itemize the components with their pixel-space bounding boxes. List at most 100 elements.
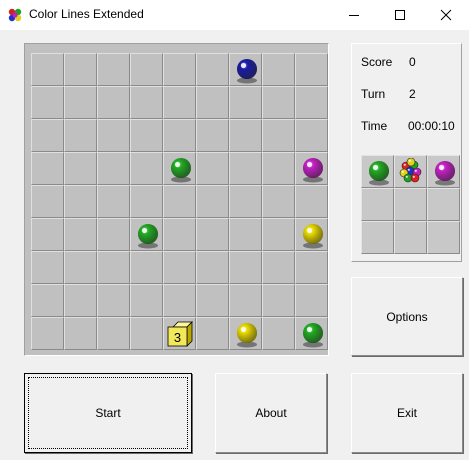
- options-button[interactable]: Options: [351, 277, 463, 356]
- green-ball[interactable]: [301, 322, 325, 348]
- board-cell[interactable]: [229, 251, 262, 284]
- board-cell[interactable]: [163, 251, 196, 284]
- green-ball[interactable]: [169, 157, 193, 183]
- board-cell[interactable]: 3: [163, 317, 196, 350]
- board-cell[interactable]: [163, 86, 196, 119]
- board-cell[interactable]: [31, 218, 64, 251]
- board-cell[interactable]: [31, 152, 64, 185]
- board-cell[interactable]: [163, 284, 196, 317]
- board-cell[interactable]: [229, 284, 262, 317]
- board-cell[interactable]: [130, 251, 163, 284]
- countdown-tile-icon: 3: [167, 321, 193, 347]
- board-cell[interactable]: [229, 53, 262, 86]
- board-cell[interactable]: [196, 152, 229, 185]
- board-cell[interactable]: [229, 86, 262, 119]
- board-cell[interactable]: [295, 251, 328, 284]
- board-cell[interactable]: [31, 86, 64, 119]
- board-cell[interactable]: [97, 119, 130, 152]
- board-cell[interactable]: [295, 218, 328, 251]
- board-cell[interactable]: [130, 53, 163, 86]
- board-cell[interactable]: [295, 284, 328, 317]
- start-button[interactable]: Start: [24, 373, 192, 453]
- board-cell[interactable]: [31, 185, 64, 218]
- board-cell[interactable]: [196, 185, 229, 218]
- board-cell[interactable]: [31, 251, 64, 284]
- board-cell[interactable]: [97, 53, 130, 86]
- board-cell[interactable]: [229, 185, 262, 218]
- yellow-ball[interactable]: [301, 223, 325, 249]
- about-button[interactable]: About: [215, 373, 327, 453]
- board-cell[interactable]: [262, 284, 295, 317]
- green-ball[interactable]: [136, 223, 160, 249]
- board-cell[interactable]: [163, 185, 196, 218]
- board-cell[interactable]: [163, 218, 196, 251]
- board-cell[interactable]: [295, 185, 328, 218]
- board-cell[interactable]: [31, 53, 64, 86]
- board-cell[interactable]: [262, 317, 295, 350]
- close-button[interactable]: [423, 0, 469, 30]
- preview-cell: [427, 155, 460, 188]
- board-cell[interactable]: [130, 119, 163, 152]
- board-cell[interactable]: [262, 53, 295, 86]
- board-cell[interactable]: [64, 53, 97, 86]
- board-cell[interactable]: [64, 317, 97, 350]
- board-cell[interactable]: [97, 284, 130, 317]
- board-cell[interactable]: [163, 119, 196, 152]
- green-ball[interactable]: [367, 160, 391, 186]
- magenta-ball[interactable]: [301, 157, 325, 183]
- board-cell[interactable]: [196, 86, 229, 119]
- minimize-button[interactable]: [331, 0, 377, 30]
- board-cell[interactable]: [196, 251, 229, 284]
- board-cell[interactable]: [262, 185, 295, 218]
- board-cell[interactable]: [64, 152, 97, 185]
- board-cell[interactable]: [130, 317, 163, 350]
- board-cell[interactable]: [295, 53, 328, 86]
- board-cell[interactable]: [196, 53, 229, 86]
- board-cell[interactable]: [130, 86, 163, 119]
- board-cell[interactable]: [262, 251, 295, 284]
- board-cell[interactable]: [64, 284, 97, 317]
- blue-ball[interactable]: [235, 58, 259, 84]
- board-cell[interactable]: [229, 119, 262, 152]
- board-cell[interactable]: [295, 152, 328, 185]
- board-cell[interactable]: [64, 119, 97, 152]
- board-cell[interactable]: [97, 251, 130, 284]
- board-cell[interactable]: [130, 152, 163, 185]
- board-cell[interactable]: [130, 185, 163, 218]
- board-cell[interactable]: [130, 218, 163, 251]
- board-cell[interactable]: [229, 218, 262, 251]
- maximize-button[interactable]: [377, 0, 423, 30]
- board-cell[interactable]: [262, 86, 295, 119]
- board-cell[interactable]: [130, 284, 163, 317]
- board-cell[interactable]: [97, 152, 130, 185]
- yellow-ball[interactable]: [235, 322, 259, 348]
- board-cell[interactable]: [64, 86, 97, 119]
- board-cell[interactable]: [163, 53, 196, 86]
- board-cell[interactable]: [196, 284, 229, 317]
- magenta-ball[interactable]: [433, 160, 457, 186]
- board-cell[interactable]: [64, 185, 97, 218]
- board-cell[interactable]: [262, 218, 295, 251]
- board-cell[interactable]: [97, 317, 130, 350]
- board-cell[interactable]: [262, 152, 295, 185]
- board-cell[interactable]: [196, 317, 229, 350]
- board-cell[interactable]: [229, 317, 262, 350]
- exit-button[interactable]: Exit: [351, 373, 463, 453]
- board-cell[interactable]: [295, 317, 328, 350]
- board-cell[interactable]: [97, 185, 130, 218]
- board-cell[interactable]: [295, 119, 328, 152]
- board-cell[interactable]: [64, 251, 97, 284]
- countdown-tile-label: 3: [174, 330, 181, 345]
- board-cell[interactable]: [196, 119, 229, 152]
- board-cell[interactable]: [295, 86, 328, 119]
- board-cell[interactable]: [31, 119, 64, 152]
- board-cell[interactable]: [97, 86, 130, 119]
- board-cell[interactable]: [97, 218, 130, 251]
- board-cell[interactable]: [196, 218, 229, 251]
- board-cell[interactable]: [31, 284, 64, 317]
- board-cell[interactable]: [64, 218, 97, 251]
- board-cell[interactable]: [229, 152, 262, 185]
- board-cell[interactable]: [262, 119, 295, 152]
- board-cell[interactable]: [31, 317, 64, 350]
- board-cell[interactable]: [163, 152, 196, 185]
